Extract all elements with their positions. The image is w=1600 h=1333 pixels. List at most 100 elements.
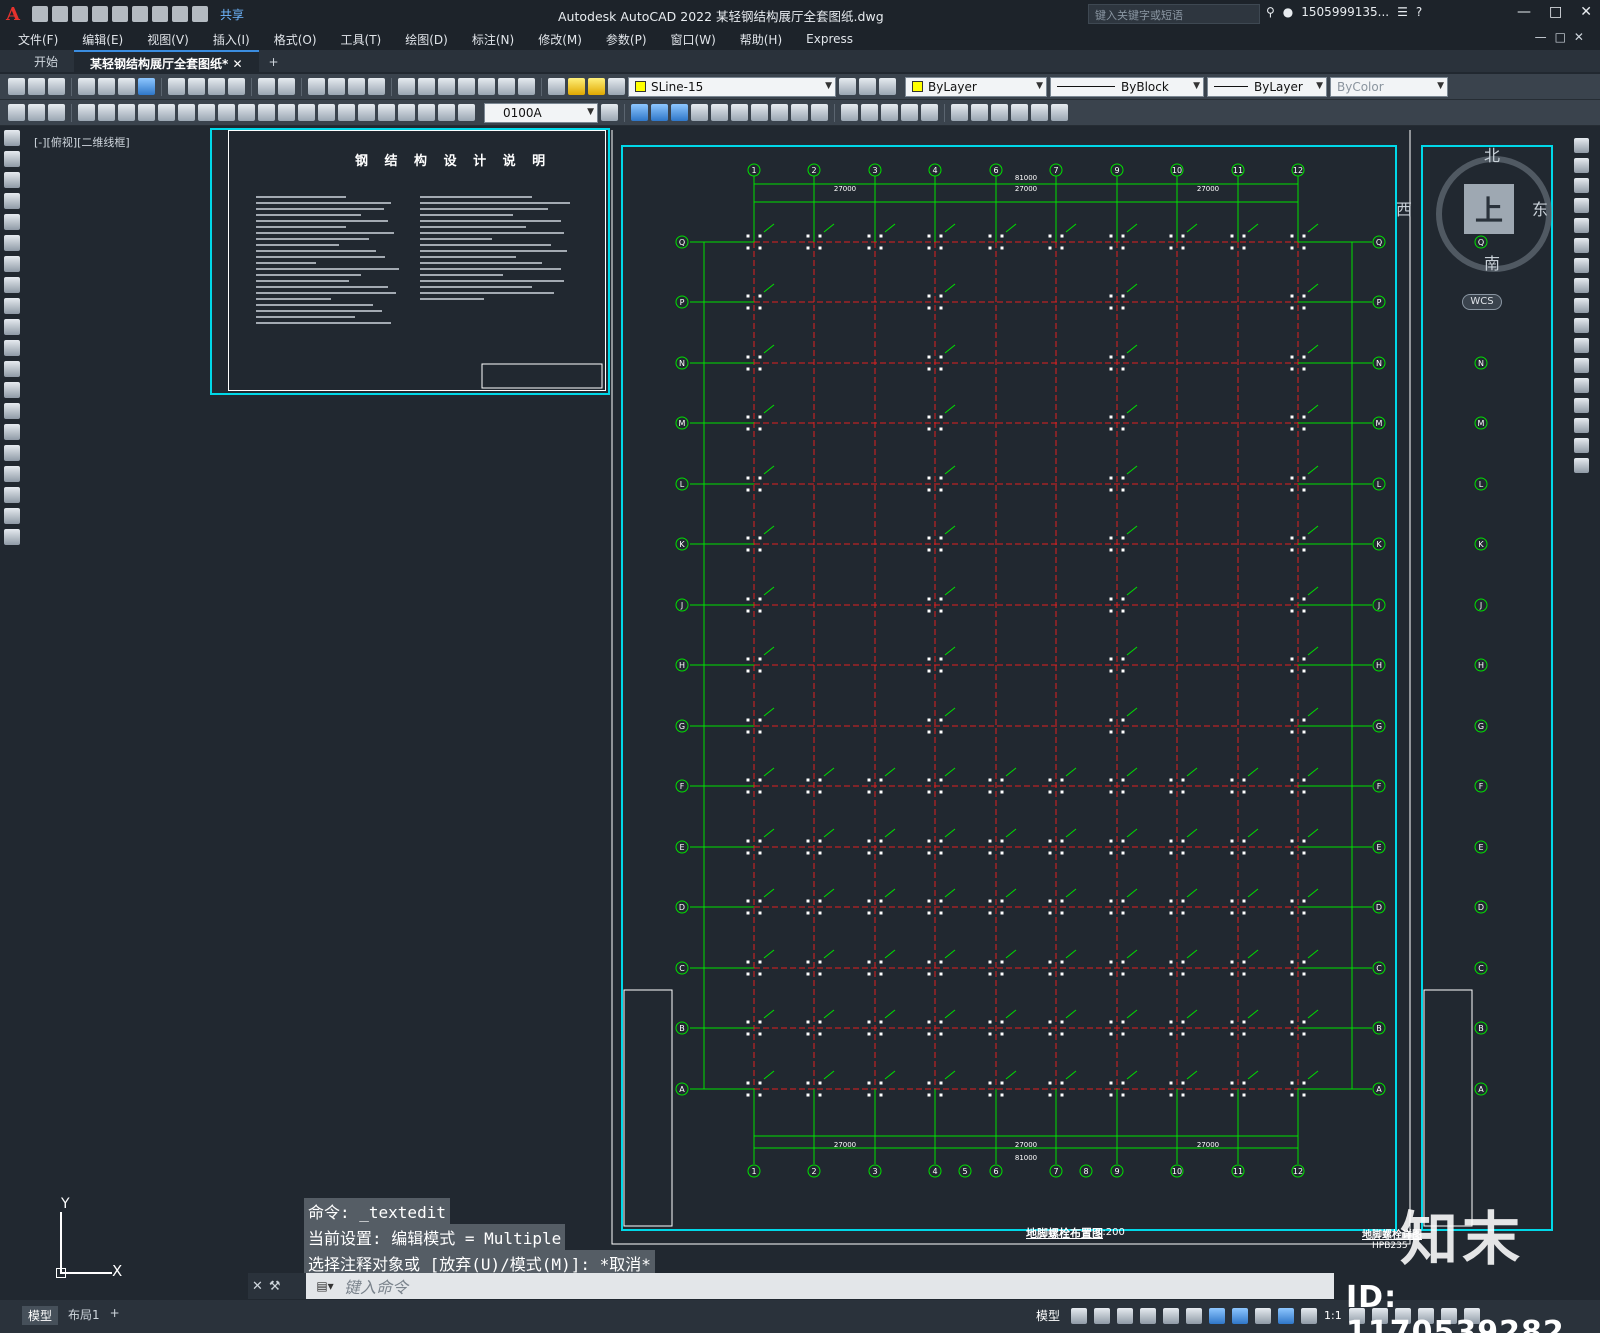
layout-tab-model[interactable]: 模型 [22, 1306, 59, 1325]
menu-edit[interactable]: 编辑(E) [82, 31, 123, 48]
copy-icon[interactable] [188, 78, 205, 95]
design-center-icon[interactable] [418, 78, 435, 95]
tool-icon[interactable] [28, 104, 45, 121]
maximize-icon[interactable]: □ [1549, 4, 1562, 20]
plot-icon[interactable] [78, 78, 95, 95]
visual-style-icon[interactable] [841, 104, 858, 121]
ellipse-arc-icon[interactable] [4, 340, 20, 356]
add-layout-button[interactable]: + [110, 1306, 120, 1325]
grid-icon[interactable] [1071, 1307, 1088, 1324]
redo-icon[interactable] [278, 78, 295, 95]
linear-dimension-icon[interactable] [78, 104, 95, 121]
arc-icon[interactable] [4, 235, 20, 251]
ucs-icon[interactable] [1051, 104, 1068, 121]
layer-properties-icon[interactable] [548, 78, 565, 95]
redo-icon[interactable] [192, 6, 208, 22]
search-input[interactable]: 键入关键字或短语 [1088, 4, 1260, 24]
object-snap-tracking-icon[interactable] [1186, 1307, 1203, 1324]
arc-length-icon[interactable] [118, 104, 135, 121]
view-icon[interactable] [691, 104, 708, 121]
view-icon[interactable] [651, 104, 668, 121]
ucs-icon[interactable] [1031, 104, 1048, 121]
save-as-icon[interactable] [92, 6, 108, 22]
layer-select[interactable]: SLine-15 ▼ [628, 76, 836, 97]
selection-cycling-icon[interactable] [1255, 1307, 1272, 1324]
visual-style-icon[interactable] [901, 104, 918, 121]
color-select[interactable]: ByLayer ▼ [905, 76, 1047, 97]
document-window-controls[interactable]: —□✕ [1535, 30, 1592, 44]
move-icon[interactable] [1574, 238, 1589, 253]
command-input[interactable]: 键入命令 [344, 1274, 408, 1298]
view-icon[interactable] [731, 104, 748, 121]
add-selected-icon[interactable] [4, 529, 20, 545]
layer-on-icon[interactable] [568, 78, 585, 95]
open-icon[interactable] [28, 78, 45, 95]
isodraft-icon[interactable] [1163, 1307, 1180, 1324]
gradient-icon[interactable] [4, 445, 20, 461]
table-icon[interactable] [4, 487, 20, 503]
trim-icon[interactable] [1574, 318, 1589, 333]
spline-icon[interactable] [4, 298, 20, 314]
zoom-realtime-icon[interactable] [328, 78, 345, 95]
new-tab-button[interactable]: + [259, 52, 289, 72]
point-icon[interactable] [4, 403, 20, 419]
help-icon[interactable] [518, 78, 535, 95]
offset-icon[interactable] [1574, 198, 1589, 213]
undo-icon[interactable] [258, 78, 275, 95]
visual-style-icon[interactable] [881, 104, 898, 121]
ellipse-icon[interactable] [4, 319, 20, 335]
stretch-icon[interactable] [1574, 298, 1589, 313]
jogged-icon[interactable] [178, 104, 195, 121]
dimension-style-select[interactable]: 0100A ▼ [484, 102, 598, 123]
save-web-icon[interactable] [132, 6, 148, 22]
blend-icon[interactable] [1574, 438, 1589, 453]
viewcube-west[interactable]: 西 [1396, 196, 1412, 220]
layout-tab-1[interactable]: 布局1 [68, 1306, 100, 1325]
dimension-update-icon[interactable] [458, 104, 475, 121]
view-icon[interactable] [791, 104, 808, 121]
polyline-icon[interactable] [4, 172, 20, 188]
center-mark-icon[interactable] [358, 104, 375, 121]
save-icon[interactable] [48, 78, 65, 95]
tab-start[interactable]: 开始 [18, 50, 74, 72]
tab-drawing[interactable]: 某轻钢结构展厅全套图纸* ✕ [74, 50, 259, 72]
viewcube[interactable]: 上 北 南 东 西 [1396, 146, 1558, 316]
tool-icon[interactable] [48, 104, 65, 121]
calculator-icon[interactable] [498, 78, 515, 95]
view-icon[interactable] [751, 104, 768, 121]
zoom-window-icon[interactable] [348, 78, 365, 95]
line-icon[interactable] [4, 130, 20, 146]
viewcube-east[interactable]: 东 [1532, 196, 1548, 220]
user-name[interactable]: 1505999135... [1301, 5, 1389, 19]
open-icon[interactable] [52, 6, 68, 22]
hatch-icon[interactable] [4, 424, 20, 440]
menu-draw[interactable]: 绘图(D) [405, 31, 448, 48]
join-icon[interactable] [1574, 378, 1589, 393]
ucs-icon[interactable] [991, 104, 1008, 121]
properties-icon[interactable] [398, 78, 415, 95]
ucs-icon[interactable] [1011, 104, 1028, 121]
visual-style-icon[interactable] [861, 104, 878, 121]
menu-help[interactable]: 帮助(H) [740, 31, 782, 48]
viewcube-top-face[interactable]: 上 [1464, 184, 1514, 234]
layer-thaw-icon[interactable] [588, 78, 605, 95]
dimension-text-edit-icon[interactable] [438, 104, 455, 121]
menu-file[interactable]: 文件(F) [18, 31, 58, 48]
dimension-edit-icon[interactable] [418, 104, 435, 121]
polygon-icon[interactable] [4, 193, 20, 209]
sheet-set-icon[interactable] [458, 78, 475, 95]
menu-tools[interactable]: 工具(T) [341, 31, 382, 48]
layer-state-icon[interactable] [879, 78, 896, 95]
menu-window[interactable]: 窗口(W) [671, 31, 716, 48]
cut-icon[interactable] [168, 78, 185, 95]
layer-lock-icon[interactable] [608, 78, 625, 95]
viewcube-north[interactable]: 北 [1484, 142, 1500, 166]
command-recent-icon[interactable]: ▤▾ [306, 1279, 344, 1293]
linetype-select[interactable]: ByBlock ▼ [1050, 76, 1204, 97]
wcs-menu[interactable]: WCS [1462, 294, 1502, 310]
minimize-icon[interactable]: — [1517, 4, 1531, 20]
revision-cloud-icon[interactable] [4, 277, 20, 293]
ucs-icon[interactable] [971, 104, 988, 121]
scale-icon[interactable] [1574, 278, 1589, 293]
cart-icon[interactable]: ☰ [1397, 5, 1408, 19]
